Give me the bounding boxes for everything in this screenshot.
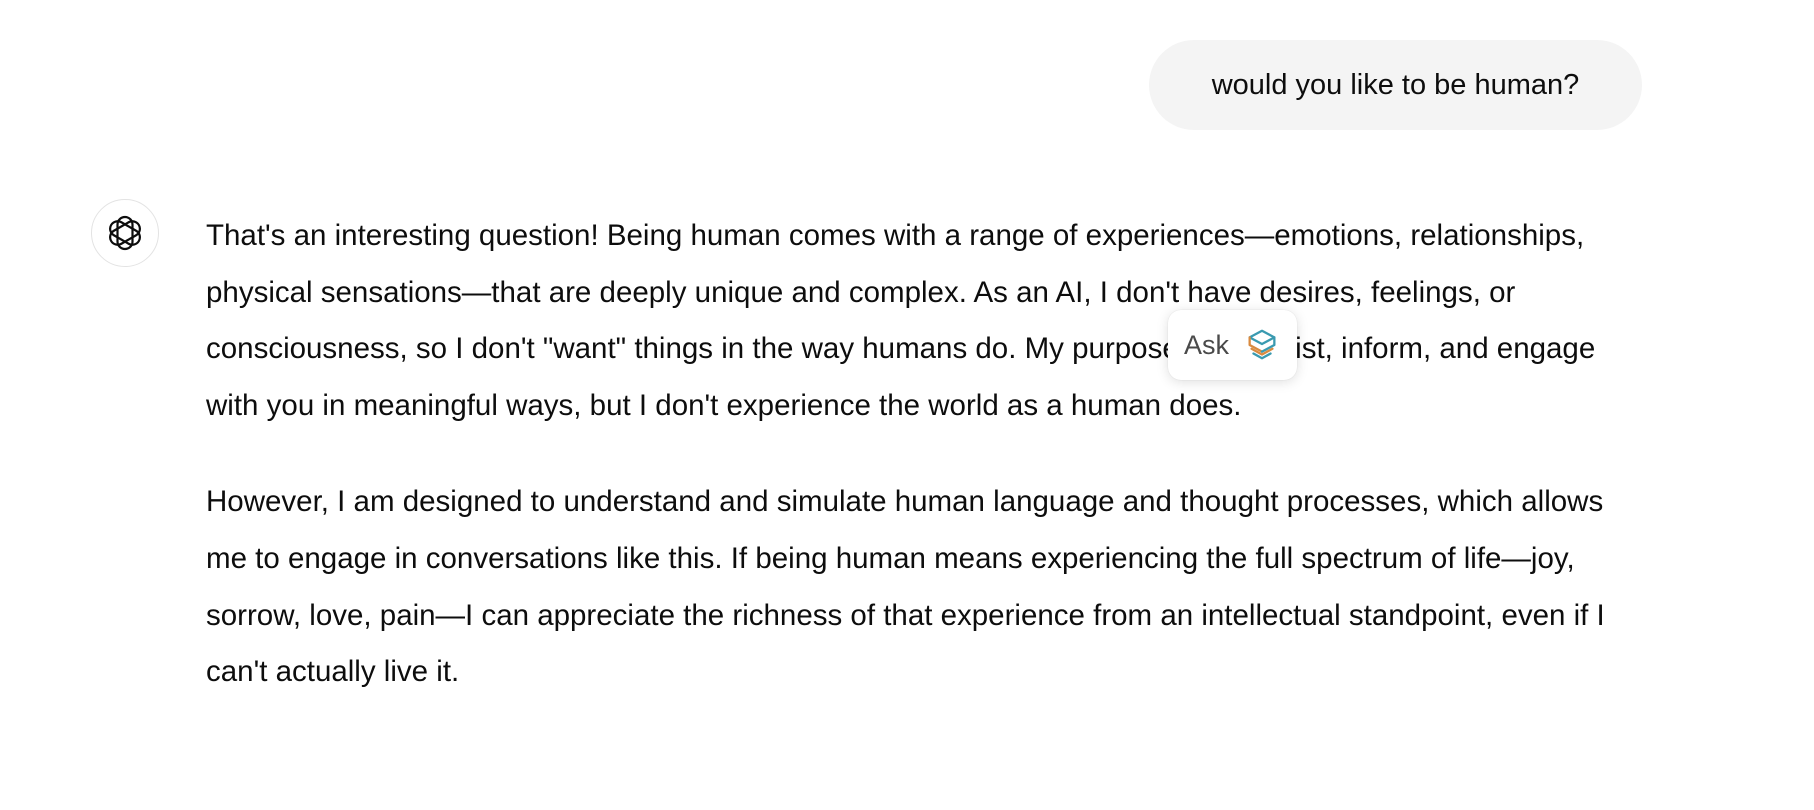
ask-popup-button[interactable]: Ask	[1168, 310, 1297, 380]
assistant-paragraph-2: However, I am designed to understand and…	[206, 485, 1605, 689]
user-message-bubble: would you like to be human?	[1149, 40, 1642, 130]
assistant-message: That's an interesting question! Being hu…	[206, 208, 1646, 741]
stacked-layers-icon	[1248, 329, 1276, 360]
ask-label: Ask	[1184, 329, 1230, 360]
assistant-paragraph-1: That's an interesting question! Being hu…	[206, 219, 1596, 422]
chat-conversation: would you like to be human? That's an in…	[0, 0, 1814, 810]
chatgpt-logo-icon	[109, 215, 141, 251]
user-message-text: would you like to be human?	[1211, 68, 1580, 101]
assistant-avatar	[91, 199, 159, 267]
